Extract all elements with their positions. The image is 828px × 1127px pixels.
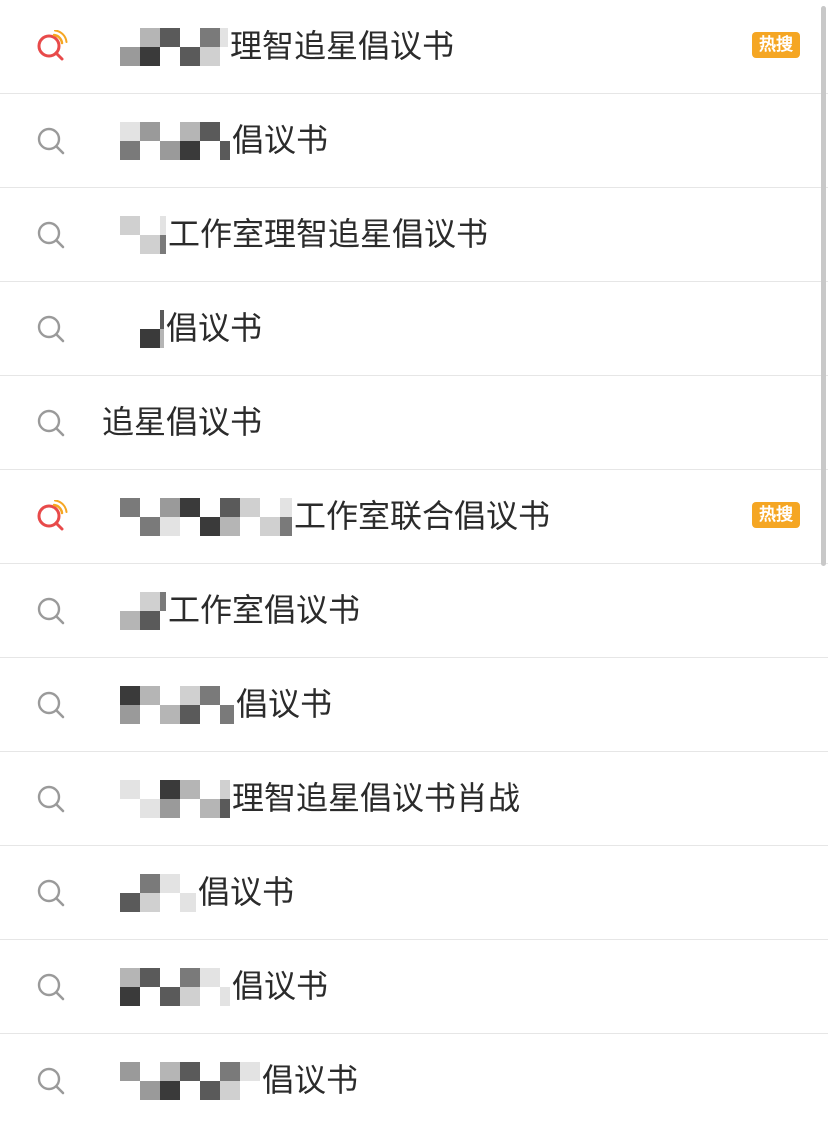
search-icon	[34, 970, 68, 1004]
pixelated-redaction	[120, 27, 228, 66]
suggestion-query[interactable]: 倡议书	[120, 846, 294, 939]
search-icon	[34, 406, 68, 440]
search-icon	[34, 688, 68, 722]
suggestion-text: 倡议书	[198, 873, 295, 911]
search-suggestion-row[interactable]: 工作室倡议书	[0, 564, 828, 658]
search-suggestion-row[interactable]: 倡议书	[0, 1034, 828, 1127]
suggestion-query[interactable]: 工作室联合倡议书	[120, 470, 550, 563]
search-suggestion-row[interactable]: 倡议书	[0, 940, 828, 1034]
suggestion-query[interactable]: 工作室倡议书	[120, 564, 360, 657]
search-icon	[34, 218, 68, 252]
pixelated-redaction	[120, 497, 292, 536]
suggestion-text: 倡议书	[166, 309, 263, 347]
search-icon	[34, 876, 68, 910]
pixelated-redaction	[120, 873, 196, 912]
pixelated-redaction	[120, 591, 166, 630]
search-icon	[34, 312, 68, 346]
search-suggestion-row[interactable]: 倡议书	[0, 658, 828, 752]
search-suggestion-list: 理智追星倡议书 热搜 倡议书 工作室理智追星倡议书 倡议书 追星倡议书 工作室联合倡议书 热搜…	[0, 0, 828, 1127]
scrollbar[interactable]	[821, 6, 826, 566]
hot-search-badge: 热搜	[752, 32, 800, 58]
suggestion-text: 倡议书	[232, 121, 329, 159]
search-suggestion-row[interactable]: 工作室理智追星倡议书	[0, 188, 828, 282]
search-icon	[34, 124, 68, 158]
search-icon	[34, 594, 68, 628]
search-suggestion-row[interactable]: 工作室联合倡议书 热搜	[0, 470, 828, 564]
suggestion-text: 工作室联合倡议书	[294, 497, 551, 535]
pixelated-redaction	[120, 215, 166, 254]
suggestion-text: 追星倡议书	[102, 403, 263, 441]
suggestion-query[interactable]: 倡议书	[120, 1034, 358, 1127]
search-suggestion-row[interactable]: 倡议书	[0, 846, 828, 940]
suggestion-query[interactable]: 倡议书	[140, 282, 262, 375]
search-icon	[34, 782, 68, 816]
suggestion-query[interactable]: 理智追星倡议书	[120, 0, 454, 93]
suggestion-text: 理智追星倡议书肖战	[232, 779, 521, 817]
suggestion-text: 倡议书	[262, 1061, 359, 1099]
search-suggestion-row[interactable]: 理智追星倡议书肖战	[0, 752, 828, 846]
search-suggestion-row[interactable]: 倡议书	[0, 94, 828, 188]
suggestion-query[interactable]: 追星倡议书	[102, 376, 262, 469]
suggestion-query[interactable]: 倡议书	[120, 940, 328, 1033]
hot-search-badge: 热搜	[752, 502, 800, 528]
suggestion-query[interactable]: 倡议书	[120, 658, 332, 751]
pixelated-redaction	[120, 685, 234, 724]
suggestion-text: 倡议书	[236, 685, 333, 723]
suggestion-text: 工作室倡议书	[168, 591, 361, 629]
suggestion-text: 工作室理智追星倡议书	[168, 215, 489, 253]
search-suggestion-row[interactable]: 追星倡议书	[0, 376, 828, 470]
pixelated-redaction	[120, 1061, 260, 1100]
pixelated-redaction	[120, 779, 230, 818]
hot-search-icon	[34, 30, 68, 64]
suggestion-text: 倡议书	[232, 967, 329, 1005]
hot-search-icon	[34, 500, 68, 534]
search-suggestion-row[interactable]: 倡议书	[0, 282, 828, 376]
suggestion-query[interactable]: 倡议书	[120, 94, 328, 187]
search-icon	[34, 1064, 68, 1098]
suggestion-query[interactable]: 理智追星倡议书肖战	[120, 752, 520, 845]
pixelated-redaction	[120, 121, 230, 160]
pixelated-redaction	[120, 967, 230, 1006]
search-suggestion-row[interactable]: 理智追星倡议书 热搜	[0, 0, 828, 94]
pixelated-redaction	[140, 309, 164, 348]
suggestion-text: 理智追星倡议书	[230, 27, 455, 65]
suggestion-query[interactable]: 工作室理智追星倡议书	[120, 188, 488, 281]
